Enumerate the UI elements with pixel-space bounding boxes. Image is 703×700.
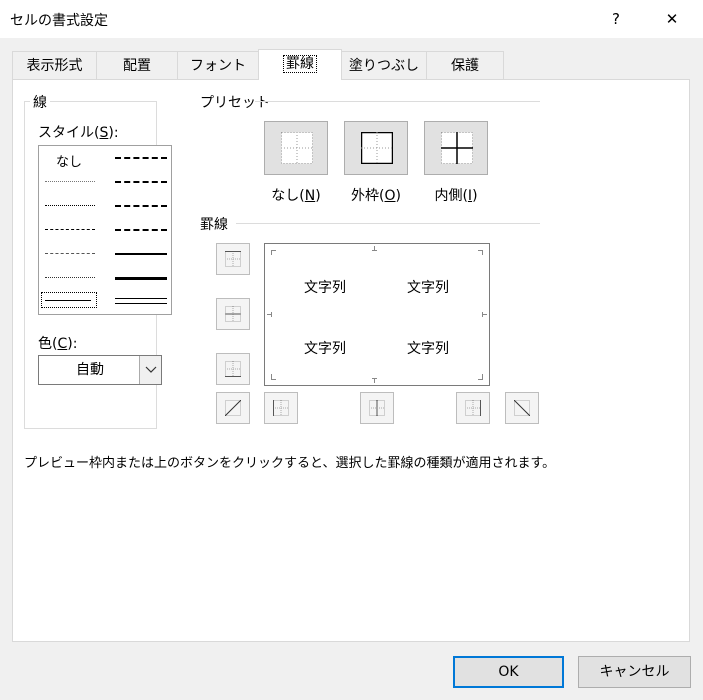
color-value: 自動 — [76, 362, 104, 378]
line-style-thin-selected[interactable] — [41, 292, 97, 308]
cancel-button[interactable]: キャンセル — [578, 656, 691, 688]
preview-text-bottom-left: 文字列 — [304, 341, 346, 357]
line-style-double[interactable] — [115, 298, 167, 304]
preset-outline-icon — [361, 132, 393, 164]
line-style-medium[interactable] — [115, 253, 167, 255]
line-style-medium-dash-dot-dot[interactable] — [115, 157, 167, 159]
preset-inside-icon — [441, 132, 473, 164]
preset-none-button[interactable] — [264, 121, 328, 175]
line-style-dash-dot[interactable] — [45, 253, 95, 254]
preview-text-bottom-right: 文字列 — [407, 341, 449, 357]
presets-title: プリセット — [197, 92, 273, 112]
tab-border[interactable]: 罫線 — [258, 49, 342, 80]
tab-fill[interactable]: 塗りつぶし — [341, 51, 427, 79]
line-style-list[interactable]: なし — [38, 145, 172, 315]
diagonal-up-icon — [225, 400, 241, 416]
color-label: 色(C): — [38, 336, 78, 352]
preset-outline-label: 外枠(O) — [351, 188, 401, 204]
border-left-button[interactable] — [264, 392, 298, 424]
border-preview[interactable]: 文字列 文字列 文字列 文字列 — [264, 243, 490, 386]
border-left-icon — [273, 400, 289, 416]
preset-inside-button[interactable] — [424, 121, 488, 175]
title-bar: セルの書式設定 ? ✕ — [0, 0, 703, 38]
line-group-title: 線 — [30, 92, 50, 112]
border-diagonal-down-button[interactable] — [505, 392, 539, 424]
border-right-icon — [465, 400, 481, 416]
ok-button[interactable]: OK — [453, 656, 564, 688]
border-top-button[interactable] — [216, 243, 250, 275]
preset-none-icon — [281, 132, 313, 164]
border-bottom-icon — [225, 361, 241, 377]
border-right-button[interactable] — [456, 392, 490, 424]
line-style-slant-dash-dot[interactable] — [115, 181, 167, 183]
tab-alignment[interactable]: 配置 — [96, 51, 178, 79]
diagonal-down-icon — [514, 400, 530, 416]
color-dropdown[interactable]: 自動 — [38, 355, 162, 385]
tab-protection[interactable]: 保護 — [426, 51, 504, 79]
dialog-title: セルの書式設定 — [10, 13, 108, 29]
line-style-medium-dash-dot[interactable] — [115, 205, 167, 207]
format-cells-dialog: セルの書式設定 ? ✕ 表示形式 配置 フォント 罫線 塗りつぶし 保護 線 ス… — [0, 0, 703, 700]
border-separator — [236, 223, 540, 224]
preview-text-top-right: 文字列 — [407, 280, 449, 296]
tab-font[interactable]: フォント — [177, 51, 259, 79]
presets-separator — [255, 101, 540, 102]
border-inside-vertical-button[interactable] — [360, 392, 394, 424]
preset-outline-button[interactable] — [344, 121, 408, 175]
line-style-thick[interactable] — [115, 277, 167, 280]
line-style-none[interactable]: なし — [56, 151, 82, 170]
border-top-icon — [225, 251, 241, 267]
line-style-medium-dashed[interactable] — [115, 229, 167, 231]
border-inside-horizontal-icon — [225, 306, 241, 322]
preset-none-label: なし(N) — [271, 188, 321, 204]
tab-number[interactable]: 表示形式 — [12, 51, 97, 79]
help-description: プレビュー枠内または上のボタンをクリックすると、選択した罫線の種類が適用されます… — [24, 456, 556, 471]
line-style-dashed-fine[interactable] — [45, 277, 95, 278]
border-diagonal-up-button[interactable] — [216, 392, 250, 424]
style-label: スタイル(S): — [38, 125, 119, 141]
preset-inside-label: 内側(I) — [434, 188, 478, 204]
border-bottom-button[interactable] — [216, 353, 250, 385]
help-icon[interactable]: ? — [596, 6, 636, 32]
preview-text-top-left: 文字列 — [304, 280, 346, 296]
border-inside-horizontal-button[interactable] — [216, 298, 250, 330]
border-title: 罫線 — [197, 214, 231, 234]
line-style-dotted[interactable] — [45, 205, 95, 206]
border-inside-vertical-icon — [369, 400, 385, 416]
line-style-dash-dot-dot[interactable] — [45, 229, 95, 230]
close-icon[interactable]: ✕ — [652, 6, 692, 32]
line-style-hair[interactable] — [45, 181, 95, 182]
chevron-down-icon[interactable] — [139, 356, 161, 384]
